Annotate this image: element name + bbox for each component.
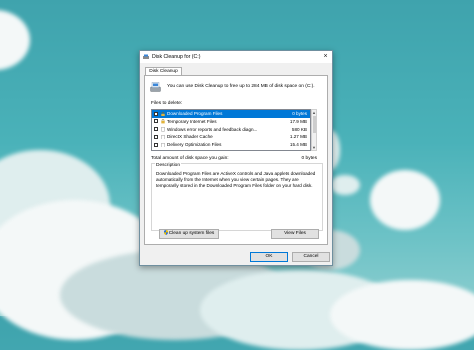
total-space-value: 0 bytes: [301, 156, 317, 161]
list-item[interactable]: Temporary Internet Files 17.9 MB: [152, 118, 310, 126]
checkbox[interactable]: [154, 127, 158, 132]
file-name: Windows error reports and feedback diagn…: [167, 126, 258, 132]
scroll-down-icon[interactable]: ▼: [312, 145, 316, 150]
file-size: 17.9 MB: [289, 118, 307, 124]
scroll-up-icon[interactable]: ▲: [312, 110, 316, 115]
title-bar[interactable]: Disk Cleanup for (C:) ×: [140, 51, 332, 63]
tab-panel: You can use Disk Cleanup to free up to 2…: [144, 75, 328, 245]
checkbox[interactable]: [154, 111, 158, 116]
list-item[interactable]: Windows error reports and feedback diagn…: [152, 126, 310, 134]
cancel-button[interactable]: Cancel: [292, 252, 330, 262]
description-title: Description: [155, 163, 181, 169]
checkbox[interactable]: [154, 119, 158, 124]
file-name: Temporary Internet Files: [167, 118, 217, 124]
window-title: Disk Cleanup for (C:): [152, 54, 201, 60]
clean-up-system-files-button[interactable]: Clean up system files: [159, 229, 219, 239]
document-icon: [161, 142, 165, 148]
file-name: DirectX Shader Cache: [167, 134, 213, 140]
total-space-label: Total amount of disk space you gain:: [151, 156, 229, 161]
checkbox[interactable]: [154, 134, 158, 139]
uac-shield-icon: [163, 230, 168, 235]
disk-cleanup-dialog: Disk Cleanup for (C:) × Disk Cleanup You…: [139, 50, 333, 266]
clean-up-label: Clean up system files: [168, 231, 215, 236]
document-icon: [161, 134, 165, 140]
description-group: Description Downloaded Program Files are…: [151, 163, 323, 231]
lock-icon: [161, 119, 165, 124]
document-icon: [161, 127, 165, 132]
ok-button[interactable]: OK: [250, 252, 288, 262]
file-size: 15.4 MB: [289, 142, 307, 148]
close-button[interactable]: ×: [321, 52, 330, 62]
file-name: Downloaded Program Files: [167, 111, 223, 116]
list-item[interactable]: Delivery Optimization Files 15.4 MB: [152, 141, 310, 149]
files-list[interactable]: Downloaded Program Files 0 bytes Tempora…: [151, 109, 311, 151]
lock-icon: [161, 111, 165, 116]
files-to-delete-label: Files to delete:: [151, 101, 183, 106]
file-size: 580 KB: [291, 126, 307, 132]
files-scrollbar[interactable]: ▲ ▼: [311, 109, 317, 151]
file-name: Delivery Optimization Files: [167, 142, 222, 148]
file-size: 1.27 MB: [289, 134, 307, 140]
description-text: Downloaded Program Files are ActiveX con…: [156, 171, 316, 188]
scroll-thumb[interactable]: [312, 116, 316, 133]
intro-text: You can use Disk Cleanup to free up to 2…: [167, 84, 315, 89]
drive-icon: [150, 82, 161, 92]
disk-cleanup-icon: [143, 54, 149, 59]
list-item[interactable]: Downloaded Program Files 0 bytes: [152, 110, 310, 118]
view-files-button[interactable]: View Files: [271, 229, 319, 239]
checkbox[interactable]: [154, 142, 158, 147]
file-size: 0 bytes: [292, 111, 307, 116]
list-item[interactable]: DirectX Shader Cache 1.27 MB: [152, 133, 310, 141]
